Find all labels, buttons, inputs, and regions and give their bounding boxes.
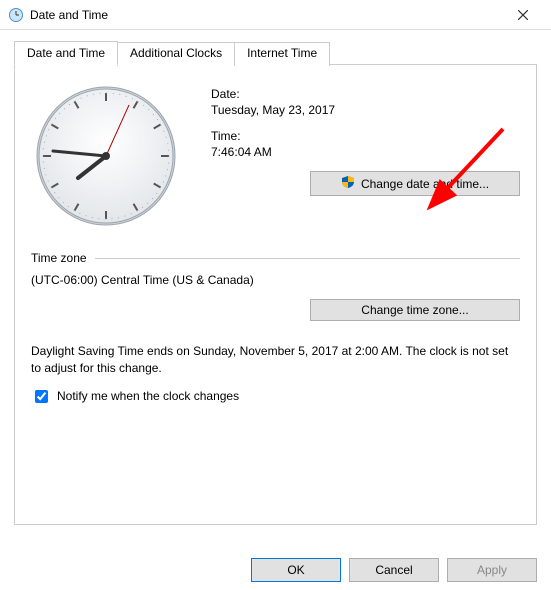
tab-label: Additional Clocks bbox=[130, 46, 222, 60]
apply-button[interactable]: Apply bbox=[447, 558, 537, 582]
cancel-button[interactable]: Cancel bbox=[349, 558, 439, 582]
tab-panel-date-and-time: Date: Tuesday, May 23, 2017 Time: 7:46:0… bbox=[14, 65, 537, 525]
timezone-value: (UTC-06:00) Central Time (US & Canada) bbox=[31, 273, 520, 287]
dst-info-text: Daylight Saving Time ends on Sunday, Nov… bbox=[31, 343, 520, 377]
change-timezone-button[interactable]: Change time zone... bbox=[310, 299, 520, 321]
uac-shield-icon bbox=[341, 175, 355, 192]
tab-date-and-time[interactable]: Date and Time bbox=[14, 41, 118, 65]
date-label: Date: bbox=[211, 87, 520, 101]
titlebar: Date and Time bbox=[0, 0, 551, 30]
section-divider bbox=[95, 258, 520, 259]
button-label: OK bbox=[287, 563, 304, 577]
dialog-footer: OK Cancel Apply bbox=[251, 558, 537, 582]
window-title: Date and Time bbox=[30, 8, 503, 22]
tab-additional-clocks[interactable]: Additional Clocks bbox=[117, 42, 235, 66]
change-date-time-button[interactable]: Change date and time... bbox=[310, 171, 520, 196]
close-button[interactable] bbox=[503, 1, 543, 29]
notify-clock-changes-checkbox[interactable] bbox=[35, 390, 48, 403]
button-label: Cancel bbox=[375, 563, 412, 577]
analog-clock bbox=[31, 81, 181, 231]
tab-label: Date and Time bbox=[27, 46, 105, 60]
tab-strip: Date and Time Additional Clocks Internet… bbox=[14, 40, 537, 65]
time-label: Time: bbox=[211, 129, 520, 143]
button-label: Change time zone... bbox=[361, 303, 468, 317]
timezone-section-label: Time zone bbox=[31, 251, 87, 265]
tab-label: Internet Time bbox=[247, 46, 317, 60]
button-label: Apply bbox=[477, 563, 507, 577]
date-value: Tuesday, May 23, 2017 bbox=[211, 103, 520, 117]
notify-clock-changes-label: Notify me when the clock changes bbox=[57, 389, 239, 403]
time-value: 7:46:04 AM bbox=[211, 145, 520, 159]
ok-button[interactable]: OK bbox=[251, 558, 341, 582]
tab-internet-time[interactable]: Internet Time bbox=[234, 42, 330, 66]
clock-app-icon bbox=[8, 7, 24, 23]
button-label: Change date and time... bbox=[361, 177, 489, 191]
